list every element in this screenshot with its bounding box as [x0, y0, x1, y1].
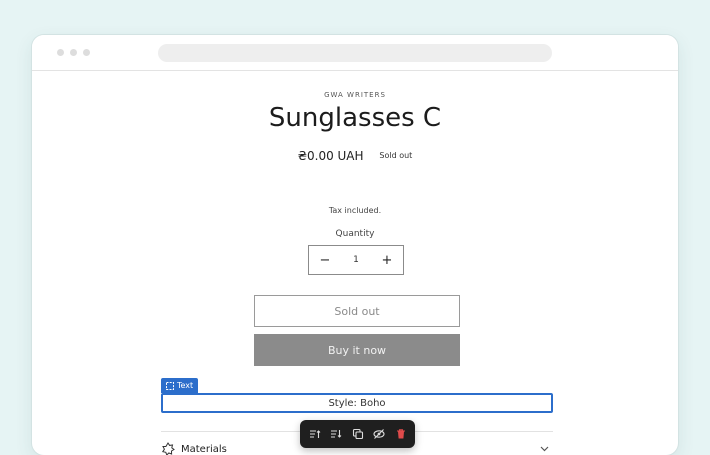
product-vendor: GWA WRITERS: [324, 91, 386, 99]
quantity-decrement-button[interactable]: −: [309, 246, 341, 274]
materials-icon: [161, 442, 175, 455]
block-actions-toolbar: [300, 420, 415, 448]
block-type-label: Text: [177, 381, 194, 390]
window-dot-close[interactable]: [57, 49, 64, 56]
sold-out-button[interactable]: Sold out: [254, 295, 460, 327]
product-title: Sunglasses C: [268, 103, 442, 133]
product-price: ₴0.00 UAH: [297, 148, 364, 163]
address-bar[interactable]: [158, 44, 552, 62]
tax-note: Tax included.: [328, 206, 382, 215]
move-down-icon[interactable]: [329, 427, 343, 441]
browser-titlebar: [32, 35, 678, 71]
quantity-label: Quantity: [335, 229, 375, 239]
quantity-input[interactable]: 1: [341, 255, 371, 265]
delete-icon[interactable]: [394, 427, 408, 441]
chevron-down-icon: [540, 444, 549, 455]
selection-frame-icon: [166, 381, 174, 390]
quantity-increment-button[interactable]: +: [371, 246, 403, 274]
quantity-stepper: − 1 +: [308, 245, 404, 275]
window-dot-maximize[interactable]: [83, 49, 90, 56]
window-dot-minimize[interactable]: [70, 49, 77, 56]
product-preview: GWA WRITERS Sunglasses C ₴0.00 UAH Sold …: [32, 71, 678, 455]
duplicate-icon[interactable]: [351, 427, 365, 441]
materials-label: Materials: [181, 443, 227, 455]
block-type-tag[interactable]: Text: [161, 378, 199, 393]
sold-out-badge: Sold out: [379, 151, 413, 160]
price-row: ₴0.00 UAH Sold out: [32, 148, 678, 163]
buy-now-button[interactable]: Buy it now: [254, 334, 460, 366]
hide-icon[interactable]: [372, 427, 386, 441]
move-up-icon[interactable]: [308, 427, 322, 441]
selected-text-block[interactable]: Style: Boho: [161, 393, 553, 413]
browser-window: GWA WRITERS Sunglasses C ₴0.00 UAH Sold …: [32, 35, 678, 455]
